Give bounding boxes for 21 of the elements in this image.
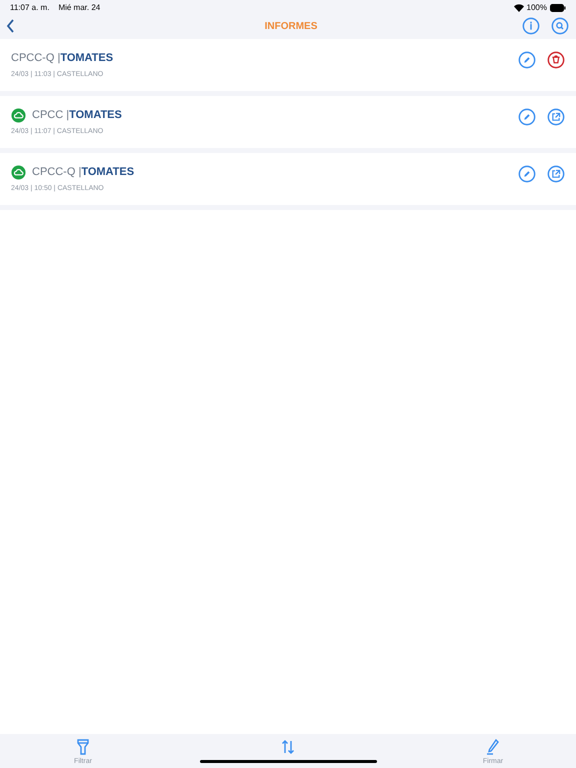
- battery-level: 100%: [526, 2, 547, 14]
- pen-icon[interactable]: [486, 739, 500, 755]
- info-icon[interactable]: [522, 17, 540, 35]
- edit-icon[interactable]: [518, 165, 536, 183]
- export-icon[interactable]: [547, 108, 565, 126]
- report-title: CPCC-Q |TOMATES: [11, 51, 114, 66]
- status-time: 11:07 a. m.: [10, 2, 50, 14]
- wifi-icon: [514, 4, 524, 12]
- page-title: INFORMES: [264, 20, 318, 34]
- delete-icon[interactable]: [547, 51, 565, 69]
- search-icon[interactable]: [551, 17, 569, 35]
- export-icon[interactable]: [547, 165, 565, 183]
- edit-icon[interactable]: [518, 51, 536, 69]
- report-title: CPCC |TOMATES: [32, 108, 122, 123]
- report-title: CPCC-Q |TOMATES: [32, 165, 134, 180]
- back-icon[interactable]: [6, 19, 16, 33]
- battery-icon: [550, 4, 566, 12]
- flashlight-icon[interactable]: [76, 739, 90, 755]
- status-date: Mié mar. 24: [58, 2, 100, 14]
- sort-icon[interactable]: [281, 739, 295, 755]
- edit-icon[interactable]: [518, 108, 536, 126]
